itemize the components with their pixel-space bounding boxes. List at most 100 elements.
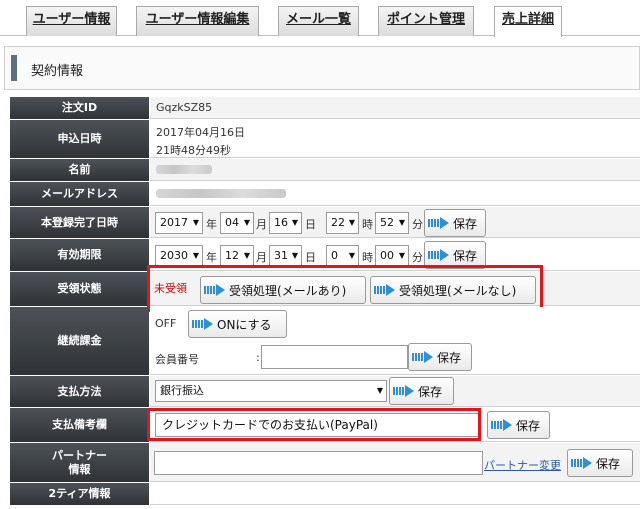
email-redacted — [156, 189, 286, 198]
unit-month: 月 — [256, 251, 267, 264]
save-label: 保存 — [453, 248, 478, 263]
registered-day-value: 16 — [274, 216, 288, 229]
tab-user-info[interactable]: ユーザー情報 — [26, 6, 117, 36]
order-id-value: GqzkSZ85 — [156, 101, 213, 114]
expiry-day-value: 31 — [274, 249, 288, 262]
payment-cell: 銀行振込 ▼ 保存 — [150, 376, 640, 407]
label-payment-note: 支払備考欄 — [10, 408, 149, 442]
partner-cell: パートナー変更 保存 — [150, 443, 640, 482]
expiry-day-select[interactable]: 31 ▼ — [269, 245, 302, 267]
applied-date: 2017年04月16日 — [156, 126, 245, 139]
unit-year: 年 — [206, 218, 217, 231]
order-id-cell: GqzkSZ85 — [150, 97, 640, 119]
applied-time: 21時48分49秒 — [156, 144, 231, 157]
payment-save-button[interactable]: 保存 — [389, 377, 454, 405]
save-label: 保存 — [437, 350, 462, 365]
chevron-down-icon: ▼ — [291, 218, 298, 227]
partner-change-link[interactable]: パートナー変更 — [484, 457, 561, 473]
expiry-month-value: 12 — [225, 249, 239, 262]
tab-label: メール一覧 — [285, 12, 351, 27]
registered-day-select[interactable]: 16 ▼ — [269, 212, 302, 234]
label-2tier-info: 2ティア情報 — [10, 483, 149, 505]
chevron-down-icon: ▼ — [243, 218, 250, 227]
arrow-right-icon — [571, 457, 593, 469]
label-continuous-billing: 継続課金 — [10, 307, 149, 375]
unit-hour: 時 — [362, 251, 373, 264]
applied-cell: 2017年04月16日 21時48分49秒 — [150, 120, 640, 158]
arrow-right-icon — [428, 217, 450, 229]
label-order-id: 注文ID — [10, 97, 149, 119]
chevron-down-icon: ▼ — [348, 218, 355, 227]
email-cell — [150, 182, 640, 206]
billing-cell: OFF ONにする 会員番号 : 保存 — [150, 307, 640, 375]
tab-label: ポイント管理 — [386, 12, 465, 27]
unit-year: 年 — [206, 251, 217, 264]
unit-month: 月 — [256, 218, 267, 231]
label-line: 情報 — [68, 462, 91, 476]
tab-label: 売上詳細 — [501, 12, 554, 27]
expiry-minute-value: 00 — [380, 249, 394, 262]
chevron-down-icon: ▼ — [192, 251, 199, 260]
registered-minute-select[interactable]: 52 ▼ — [375, 212, 409, 234]
label-line: パートナー — [52, 448, 107, 462]
unit-hour: 時 — [362, 218, 373, 231]
unit-minute: 分 — [412, 251, 423, 264]
registered-month-select[interactable]: 04 ▼ — [220, 212, 254, 234]
label-payment-method: 支払方法 — [10, 376, 149, 407]
payment-method-select[interactable]: 銀行振込 ▼ — [155, 380, 387, 402]
save-label: 保存 — [418, 384, 443, 399]
chevron-down-icon: ▼ — [192, 218, 199, 227]
tab-sales-detail[interactable]: 売上詳細 — [494, 6, 562, 37]
section-header-bar — [11, 55, 17, 81]
highlight-box-receipt — [147, 265, 543, 312]
unit-day: 日 — [305, 251, 316, 264]
expiry-month-select[interactable]: 12 ▼ — [220, 245, 254, 267]
expiry-hour-select[interactable]: 0 ▼ — [326, 245, 359, 267]
chevron-down-icon: ▼ — [376, 386, 383, 395]
arrow-right-icon — [428, 249, 450, 261]
tier2-cell — [150, 483, 640, 505]
payment-note-save-button[interactable]: 保存 — [487, 411, 550, 439]
button-label: ONにする — [217, 317, 272, 332]
tab-label: ユーザー情報 — [32, 12, 111, 27]
registered-year-select[interactable]: 2017 ▼ — [155, 212, 203, 234]
enable-billing-button[interactable]: ONにする — [188, 310, 287, 338]
chevron-down-icon: ▼ — [398, 218, 405, 227]
registered-cell: 2017 ▼ 年 04 ▼ 月 16 ▼ 日 22 ▼ 時 52 ▼ 分 保存 — [150, 207, 640, 238]
registered-hour-select[interactable]: 22 ▼ — [326, 212, 359, 234]
label-expiry: 有効期限 — [10, 239, 149, 271]
chevron-down-icon: ▼ — [398, 251, 405, 260]
chevron-down-icon: ▼ — [243, 251, 250, 260]
arrow-right-icon — [192, 318, 214, 330]
expiry-year-value: 2030 — [160, 249, 188, 262]
chevron-down-icon: ▼ — [291, 251, 298, 260]
member-number-save-button[interactable]: 保存 — [408, 343, 472, 371]
tab-label: ユーザー情報編集 — [145, 12, 250, 27]
section-header: 契約情報 — [4, 46, 640, 90]
partner-input[interactable] — [154, 451, 483, 475]
label-registered-datetime: 本登録完了日時 — [10, 207, 149, 238]
member-number-label: 会員番号 — [155, 353, 199, 366]
name-redacted — [156, 165, 212, 174]
tab-points[interactable]: ポイント管理 — [378, 6, 474, 36]
expiry-year-select[interactable]: 2030 ▼ — [155, 245, 203, 267]
label-email: メールアドレス — [10, 182, 149, 206]
label-applied-datetime: 申込日時 — [10, 120, 149, 158]
tab-bar: ユーザー情報 ユーザー情報編集 メール一覧 ポイント管理 売上詳細 — [0, 0, 640, 37]
billing-state: OFF — [155, 317, 177, 330]
save-label: 保存 — [516, 418, 541, 433]
registered-month-value: 04 — [225, 216, 239, 229]
registered-minute-value: 52 — [380, 216, 394, 229]
tab-mail-list[interactable]: メール一覧 — [278, 6, 359, 36]
section-title: 契約情報 — [31, 64, 84, 79]
expiry-minute-select[interactable]: 00 ▼ — [375, 245, 409, 267]
registered-save-button[interactable]: 保存 — [424, 209, 486, 237]
partner-save-button[interactable]: 保存 — [567, 449, 633, 477]
label-name: 名前 — [10, 159, 149, 181]
registered-hour-value: 22 — [331, 216, 345, 229]
tab-user-edit[interactable]: ユーザー情報編集 — [136, 6, 259, 36]
arrow-right-icon — [491, 419, 513, 431]
registered-year-value: 2017 — [160, 216, 188, 229]
save-label: 保存 — [453, 216, 478, 231]
member-number-input[interactable] — [261, 345, 408, 369]
